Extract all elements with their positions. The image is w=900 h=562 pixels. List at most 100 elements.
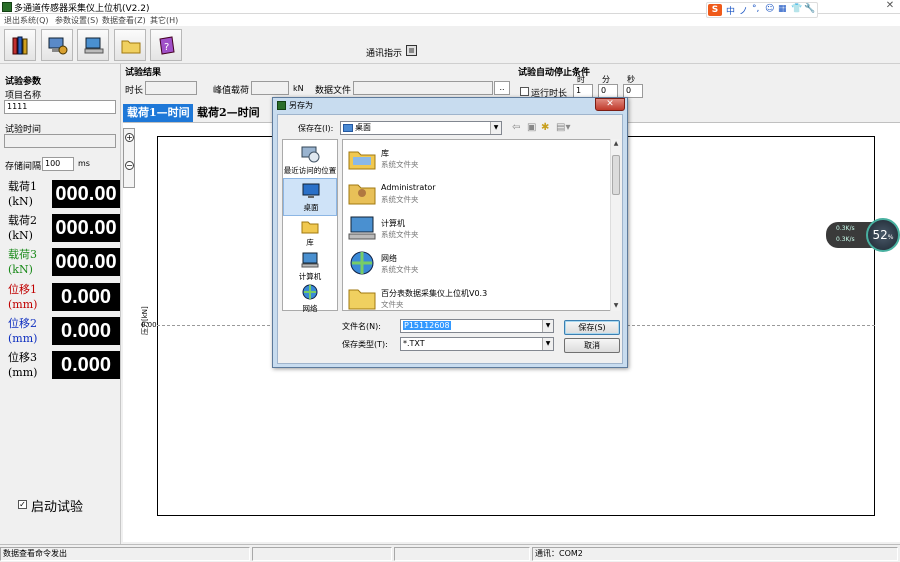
- network-speed-widget[interactable]: 0.3K/s 0.3K/s 52%: [826, 218, 900, 252]
- toolbar-settings-button[interactable]: [41, 29, 73, 61]
- file-item-administrator[interactable]: Administrator 系统文件夹: [345, 177, 607, 211]
- interval-input[interactable]: 100: [42, 157, 74, 171]
- status-pane-2: [252, 547, 392, 561]
- minutes-input[interactable]: 0: [598, 84, 618, 98]
- cancel-button[interactable]: 取消: [564, 338, 620, 353]
- moon-icon[interactable]: ノ: [739, 4, 748, 17]
- zoom-out-button[interactable]: −: [125, 161, 134, 170]
- reading-value: 000.00: [52, 214, 120, 242]
- reading-label: 位移1 (mm): [8, 282, 37, 312]
- place-recent[interactable]: 最近访问的位置: [283, 142, 337, 180]
- comm-indicator-light: [406, 45, 417, 56]
- new-folder-icon[interactable]: ✱: [541, 122, 549, 133]
- menu-exit[interactable]: 退出系统(Q): [4, 15, 49, 26]
- sogou-logo-icon[interactable]: S: [708, 4, 722, 16]
- network-icon: [302, 284, 318, 300]
- reading-label: 位移3 (mm): [8, 350, 37, 380]
- toolbar-books-button[interactable]: [4, 29, 36, 61]
- up-folder-icon[interactable]: ▣: [527, 122, 536, 133]
- tab-load1-time[interactable]: 载荷1—时间: [123, 104, 194, 122]
- file-item-folder[interactable]: 百分表数据采集仪上位机V0.3 文件夹: [345, 282, 607, 310]
- menu-other[interactable]: 其它(H): [150, 15, 178, 26]
- recent-places-icon: [301, 146, 320, 163]
- download-speed: 0.3K/s: [836, 236, 855, 243]
- punctuation-icon[interactable]: °,: [752, 4, 759, 14]
- reading-unit: (kN): [8, 263, 33, 276]
- tools-icon[interactable]: 🔧: [804, 4, 815, 14]
- reading-label: 载荷3 (kN): [8, 247, 37, 277]
- file-name: 库: [381, 149, 389, 158]
- chevron-down-icon[interactable]: ▼: [490, 122, 501, 134]
- chevron-down-icon[interactable]: ▼: [542, 338, 553, 350]
- keyboard-icon[interactable]: ▦: [778, 4, 787, 14]
- reading-disp-2: 位移2 (mm) 0.000: [2, 315, 120, 347]
- filetype-dropdown[interactable]: *.TXT ▼: [400, 337, 554, 351]
- reading-disp-1: 位移1 (mm) 0.000: [2, 281, 120, 313]
- status-comm-port: 通讯：COM2: [532, 547, 898, 561]
- peak-load-field: [251, 81, 289, 95]
- reading-value: 0.000: [52, 283, 120, 311]
- ime-mode-toggle[interactable]: 中: [726, 4, 735, 17]
- filename-input[interactable]: P15112608 ▼: [400, 319, 554, 333]
- file-name: 网络: [381, 254, 397, 263]
- hours-input[interactable]: 1: [573, 84, 593, 98]
- user-folder-icon: [348, 184, 376, 205]
- interval-label: 存储间隔: [5, 162, 42, 172]
- place-libraries[interactable]: 库: [283, 214, 337, 252]
- y-axis-label: 压力[kN]: [141, 306, 149, 335]
- scroll-up-icon[interactable]: ▲: [611, 139, 621, 149]
- status-message: 数据查看命令发出: [0, 547, 250, 561]
- upload-speed: 0.3K/s: [836, 225, 855, 232]
- chevron-down-icon[interactable]: ▼: [542, 320, 553, 332]
- reading-name: 载荷2: [8, 214, 37, 227]
- toolbar-folder-button[interactable]: [114, 29, 146, 61]
- window-title: 多通道传感器采集仪上位机(V2.2): [14, 4, 150, 14]
- dialog-title-bar: 另存为 ✕: [273, 98, 627, 113]
- start-test-label: 启动试验: [31, 500, 84, 515]
- toolbar-help-button[interactable]: ?: [150, 29, 182, 61]
- filename-label: 文件名(N):: [342, 322, 381, 331]
- dialog-close-button[interactable]: ✕: [595, 98, 625, 111]
- back-arrow-icon[interactable]: ⇦: [512, 122, 520, 133]
- project-name-input[interactable]: 1111: [4, 100, 116, 114]
- save-button[interactable]: 保存(S): [564, 320, 620, 335]
- ime-toolbar[interactable]: S 中 ノ °, ☺ ▦ 👕 🔧: [706, 2, 818, 18]
- menu-settings[interactable]: 参数设置(S): [55, 15, 98, 26]
- reading-unit: (kN): [8, 195, 33, 208]
- save-in-dropdown[interactable]: 桌面 ▼: [340, 121, 502, 135]
- file-item-libraries[interactable]: 库 系统文件夹: [345, 142, 607, 176]
- save-as-dialog: 另存为 ✕ 保存在(I): 桌面 ▼ ⇦ ▣ ✱ ▤▾ 最近访问的位置 桌面 库: [272, 97, 628, 368]
- start-test-checkbox[interactable]: ✓: [18, 500, 27, 509]
- place-desktop[interactable]: 桌面: [283, 178, 337, 216]
- emoji-icon[interactable]: ☺: [765, 4, 774, 14]
- skin-icon[interactable]: 👕: [791, 4, 802, 14]
- reading-value: 0.000: [52, 351, 120, 379]
- scrollbar-thumb[interactable]: [612, 155, 620, 195]
- file-item-network[interactable]: 网络 系统文件夹: [345, 247, 607, 281]
- file-type: 系统文件夹: [381, 230, 419, 239]
- place-label: 最近访问的位置: [283, 166, 337, 175]
- zoom-in-button[interactable]: +: [125, 133, 134, 142]
- seconds-input[interactable]: 0: [623, 84, 643, 98]
- browse-button[interactable]: ..: [494, 81, 510, 95]
- place-label: 桌面: [303, 203, 319, 212]
- view-menu-icon[interactable]: ▤▾: [556, 122, 570, 133]
- runtime-checkbox[interactable]: [520, 87, 529, 96]
- network-icon: [350, 251, 374, 275]
- filetype-value: *.TXT: [403, 339, 425, 348]
- desktop-icon: [302, 183, 320, 198]
- scroll-down-icon[interactable]: ▼: [611, 301, 621, 311]
- window-close-button[interactable]: ✕: [880, 0, 900, 12]
- file-item-computer[interactable]: 计算机 系统文件夹: [345, 212, 607, 246]
- menu-data-view[interactable]: 数据查看(Z): [102, 15, 146, 26]
- toolbar-computer-button[interactable]: [77, 29, 109, 61]
- books-icon: [12, 36, 28, 55]
- dialog-body: 保存在(I): 桌面 ▼ ⇦ ▣ ✱ ▤▾ 最近访问的位置 桌面 库 计算机 网…: [277, 114, 623, 364]
- tab-load2-time[interactable]: 载荷2—时间: [193, 104, 264, 122]
- file-list-scrollbar[interactable]: ▲ ▼: [610, 139, 620, 311]
- test-time-field: [4, 134, 116, 148]
- duration-field: [145, 81, 197, 95]
- peak-load-unit: kN: [293, 84, 304, 93]
- place-network[interactable]: 网络: [283, 280, 337, 318]
- results-group: 试验结果 时长 峰值载荷 kN 数据文件 ..: [123, 64, 513, 100]
